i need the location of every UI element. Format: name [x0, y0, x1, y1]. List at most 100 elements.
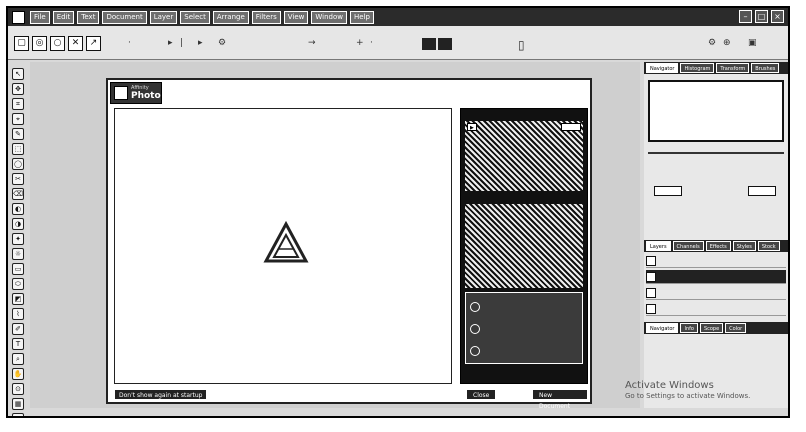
tab-transform[interactable]: Transform: [716, 63, 750, 73]
zoom-slider[interactable]: [648, 148, 784, 158]
new-document-button[interactable]: New Document: [532, 389, 588, 410]
tool-button-icon[interactable]: ⬚: [12, 143, 24, 155]
tab-scope[interactable]: Scope: [699, 323, 724, 333]
tab-brushes[interactable]: Brushes: [751, 63, 780, 73]
tool-button-icon[interactable]: ⊙: [12, 383, 24, 395]
minimize-button[interactable]: –: [739, 10, 752, 23]
menu-view[interactable]: View: [283, 10, 309, 24]
tool-button-icon[interactable]: ◐: [12, 203, 24, 215]
layer-row[interactable]: [646, 302, 786, 316]
tab-navigator[interactable]: Navigator: [646, 63, 679, 73]
tool-button-icon[interactable]: ⎔: [12, 413, 24, 416]
menu-document[interactable]: Document: [102, 10, 147, 24]
tab-navigator-bottom[interactable]: Navigator: [646, 323, 679, 333]
right-panels: Navigator Histogram Transform Brushes La…: [644, 62, 788, 408]
pipe-icon: |: [180, 38, 184, 48]
app-logo-icon: [12, 10, 25, 24]
layer-row[interactable]: [646, 286, 786, 300]
mode-button-1[interactable]: [422, 38, 436, 50]
tab-histogram[interactable]: Histogram: [680, 63, 715, 73]
action-item[interactable]: [470, 323, 484, 335]
menu-layer[interactable]: Layer: [149, 10, 178, 24]
tone-mapping-persona-icon[interactable]: ✕: [68, 36, 83, 51]
layer-row[interactable]: [646, 270, 786, 284]
liquify-persona-icon[interactable]: ◎: [32, 36, 47, 51]
tool-button-icon[interactable]: ✐: [12, 323, 24, 335]
tab-stock[interactable]: Stock: [757, 241, 780, 251]
menu-help[interactable]: Help: [349, 10, 374, 24]
tool-button-icon[interactable]: ⬭: [12, 278, 24, 290]
sample-thumbnail-portrait[interactable]: ▶: [465, 121, 583, 191]
menu-file[interactable]: File: [30, 10, 50, 24]
settings-icon[interactable]: ⚙: [218, 38, 226, 48]
menu-select[interactable]: Select: [180, 10, 210, 24]
sample-tag: ▶: [467, 123, 477, 131]
sample-thumbnail-bird[interactable]: [465, 204, 583, 288]
tool-button-icon[interactable]: ▭: [12, 263, 24, 275]
tool-button-icon[interactable]: ✥: [12, 83, 24, 95]
samples-sidebar: ▶: [460, 108, 588, 384]
menu-text[interactable]: Text: [77, 10, 100, 24]
bottom-panel-tabs: Navigator Info Scope Color: [644, 322, 788, 334]
layer-thumbnail: [646, 303, 656, 314]
close-dialog-button[interactable]: Close: [466, 389, 497, 400]
tab-effects[interactable]: Effects: [705, 241, 731, 251]
navigator-preview[interactable]: [648, 80, 784, 142]
nudge-icon[interactable]: ▸: [168, 38, 173, 48]
develop-persona-icon[interactable]: ○: [50, 36, 65, 51]
menu-edit[interactable]: Edit: [52, 10, 75, 24]
tool-button-icon[interactable]: ⌫: [12, 188, 24, 200]
tool-button-icon[interactable]: ☼: [12, 248, 24, 260]
plus-icon[interactable]: +: [356, 38, 364, 48]
snapping-icon[interactable]: ⊕: [723, 38, 731, 48]
tool-button-icon[interactable]: T: [12, 338, 24, 350]
tab-color[interactable]: Color: [725, 323, 747, 333]
check-icon: [470, 346, 480, 356]
navigator-controls: [644, 160, 788, 200]
tab-styles[interactable]: Styles: [732, 241, 756, 251]
dont-show-again-checkbox[interactable]: Don't show again at startup: [114, 389, 208, 400]
arrange-icon[interactable]: ▸: [198, 38, 203, 48]
menubar: File Edit Text Document Layer Select Arr…: [8, 8, 788, 26]
tool-button-icon[interactable]: ↖: [12, 68, 24, 80]
tool-button-icon[interactable]: ⌗: [12, 98, 24, 110]
close-button[interactable]: ×: [771, 10, 784, 23]
action-item[interactable]: [470, 301, 484, 313]
mode-button-2[interactable]: [438, 38, 452, 50]
tool-button-icon[interactable]: ▦: [12, 398, 24, 410]
tool-button-icon[interactable]: ⌖: [12, 113, 24, 125]
export-persona-icon[interactable]: ↗: [86, 36, 101, 51]
tool-button-icon[interactable]: ✎: [12, 128, 24, 140]
tab-layers[interactable]: Layers: [646, 241, 671, 251]
tab-info[interactable]: Info: [680, 323, 698, 333]
assistant-icon[interactable]: ⚙: [708, 38, 716, 48]
tab-channels[interactable]: Channels: [672, 241, 704, 251]
tool-button-icon[interactable]: ◯: [12, 158, 24, 170]
tool-button-icon[interactable]: ✦: [12, 233, 24, 245]
tool-button-icon[interactable]: ⌇: [12, 308, 24, 320]
zoom-out-button[interactable]: [654, 186, 682, 196]
menu-window[interactable]: Window: [311, 10, 347, 24]
pin-icon[interactable]: ▯: [518, 38, 525, 52]
tool-button-icon[interactable]: ⌕: [12, 353, 24, 365]
tool-button-icon[interactable]: ✋: [12, 368, 24, 380]
info-icon: [470, 324, 480, 334]
menu-arrange[interactable]: Arrange: [212, 10, 249, 24]
layer-thumbnail: [646, 255, 656, 266]
dialog-footer: Don't show again at startup Close New Do…: [114, 388, 588, 410]
action-item[interactable]: [470, 345, 484, 357]
arrow-right-icon[interactable]: →: [308, 38, 316, 48]
top-panel-tabs: Navigator Histogram Transform Brushes: [644, 62, 788, 74]
photo-label: Photo: [131, 91, 161, 101]
maximize-button[interactable]: □: [755, 10, 768, 23]
tool-button-icon[interactable]: ✂: [12, 173, 24, 185]
tool-button-icon[interactable]: ◑: [12, 218, 24, 230]
more-icon[interactable]: ▣: [748, 38, 757, 48]
watermark-title: Activate Windows: [625, 380, 714, 391]
tool-button-icon[interactable]: ◩: [12, 293, 24, 305]
photo-persona-icon[interactable]: ▢: [14, 36, 29, 51]
node-icon[interactable]: ·: [370, 38, 373, 48]
layer-row[interactable]: [646, 254, 786, 268]
menu-filters[interactable]: Filters: [251, 10, 281, 24]
zoom-in-button[interactable]: [748, 186, 776, 196]
